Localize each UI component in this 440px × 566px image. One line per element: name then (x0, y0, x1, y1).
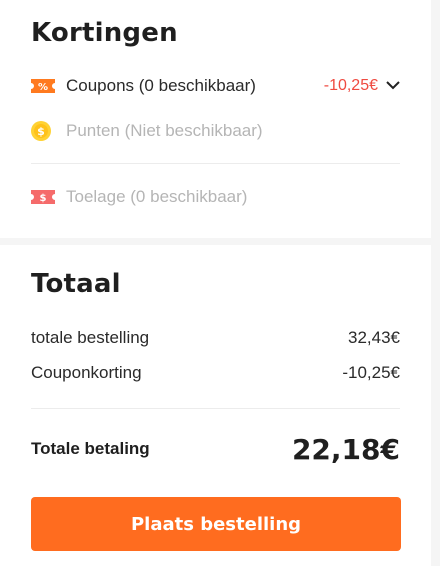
discounts-card: Kortingen % Coupons (0 beschikbaar) -10,… (0, 0, 431, 238)
allowance-row: $ Toelage (0 beschikbaar) (31, 184, 400, 210)
total-payment-label: Totale betaling (31, 439, 150, 458)
coupons-row[interactable]: % Coupons (0 beschikbaar) -10,25€ (31, 73, 400, 99)
svg-text:$: $ (40, 193, 47, 204)
coupon-discount-row: Couponkorting -10,25€ (31, 360, 400, 386)
coupon-icon: % (31, 79, 55, 93)
coupons-label: Coupons (0 beschikbaar) (66, 76, 256, 95)
discounts-title: Kortingen (31, 18, 178, 48)
coupon-discount-label: Couponkorting (31, 363, 142, 382)
allowance-label: Toelage (0 beschikbaar) (66, 187, 248, 206)
svg-text:$: $ (37, 125, 45, 138)
total-payment-row: Totale betaling 22,18€ (31, 432, 400, 466)
coupon-discount-value: -10,25€ (342, 363, 400, 382)
place-order-button[interactable]: Plaats bestelling (31, 497, 401, 551)
total-payment-value: 22,18€ (291, 432, 400, 466)
coupons-discount-amount: -10,25€ (323, 77, 378, 94)
order-total-value: 32,43€ (348, 328, 400, 347)
chevron-down-icon[interactable] (386, 77, 400, 95)
coin-icon: $ (31, 121, 55, 141)
total-card: Totaal totale bestelling 32,43€ Couponko… (0, 245, 431, 566)
order-total-row: totale bestelling 32,43€ (31, 325, 400, 351)
total-title: Totaal (31, 269, 121, 299)
allowance-ticket-icon: $ (31, 190, 55, 204)
divider (31, 408, 400, 409)
points-row: $ Punten (Niet beschikbaar) (31, 118, 400, 144)
coupons-value: -10,25€ (324, 77, 400, 95)
points-label: Punten (Niet beschikbaar) (66, 121, 263, 140)
divider (31, 163, 400, 164)
order-total-label: totale bestelling (31, 328, 150, 347)
svg-text:%: % (38, 82, 48, 93)
